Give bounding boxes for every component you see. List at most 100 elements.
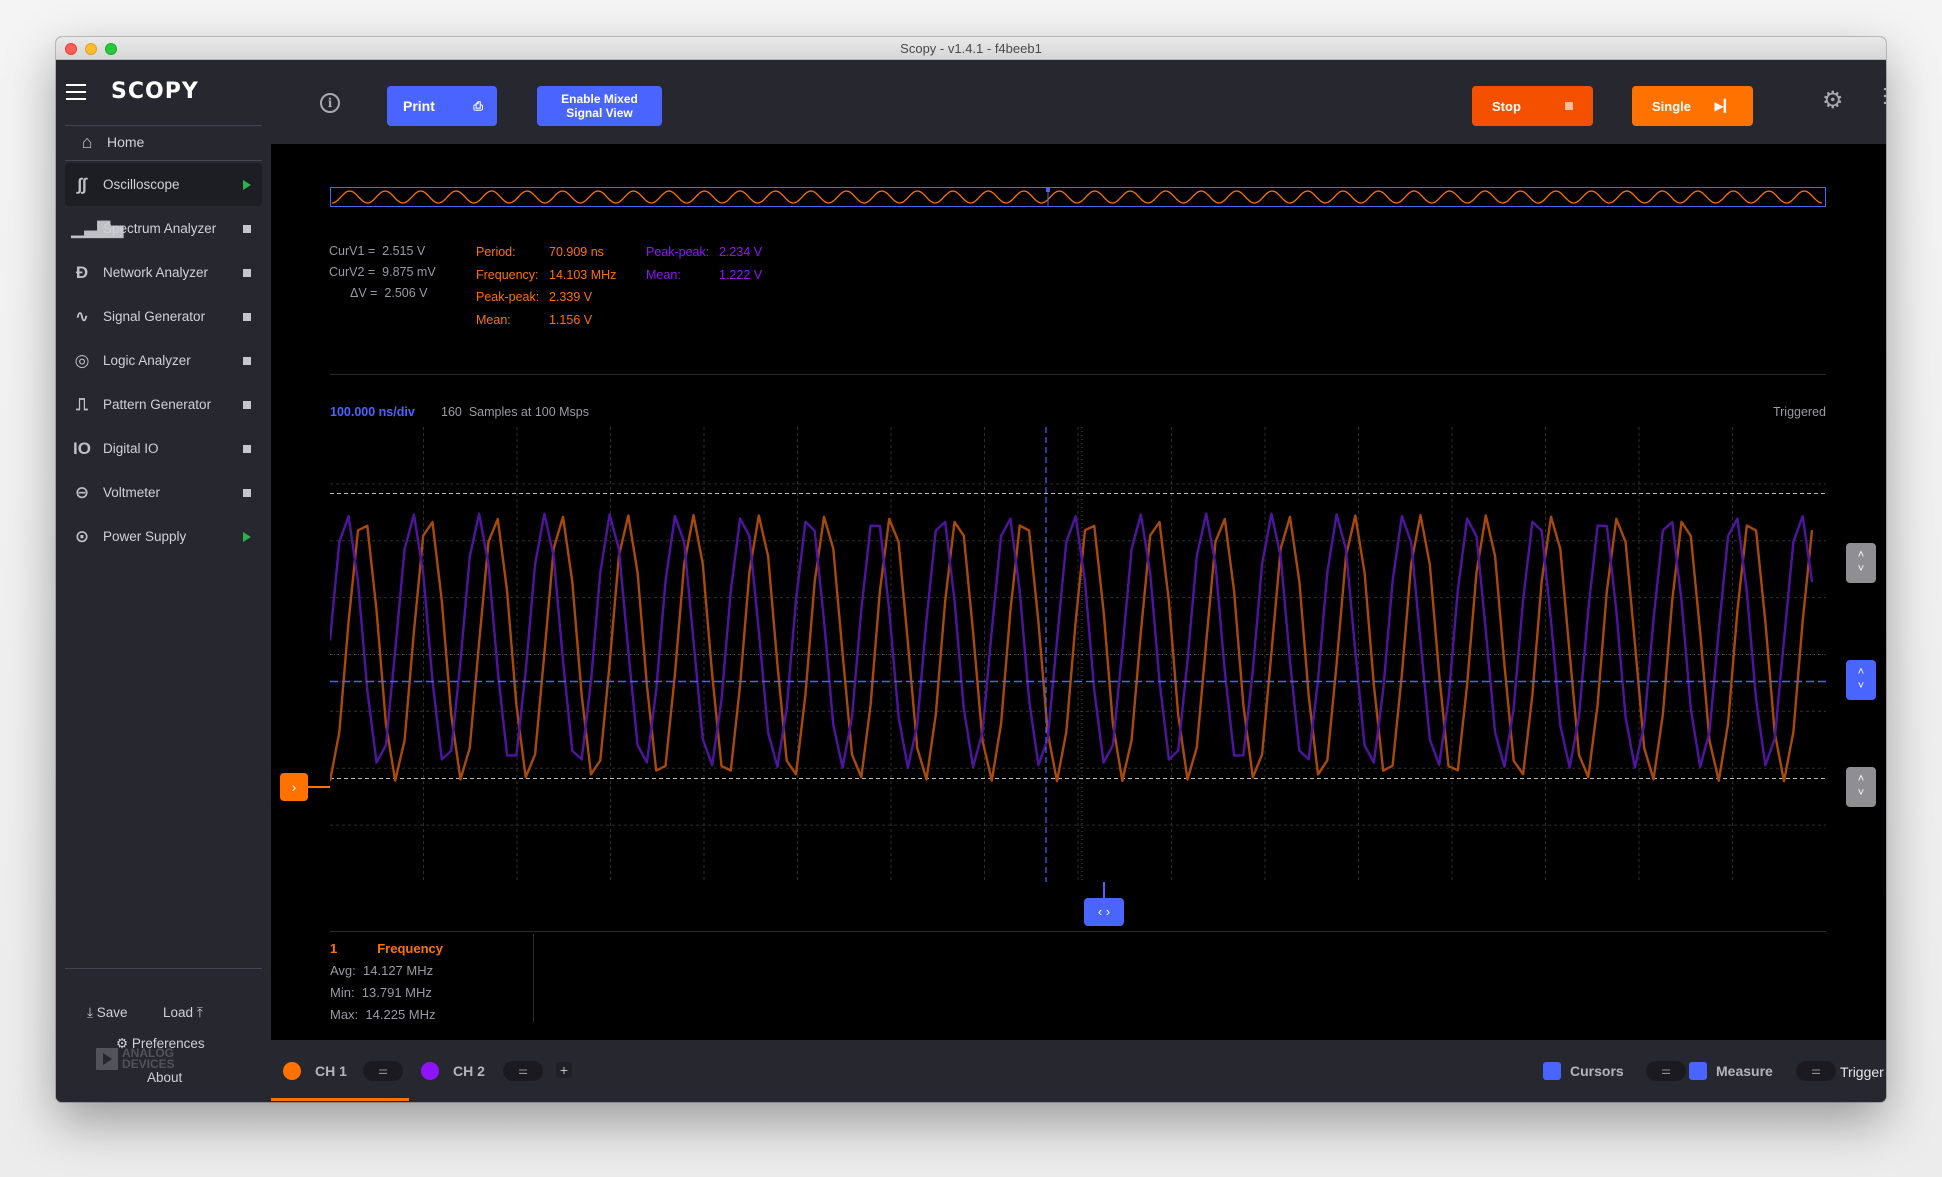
single-button[interactable]: Single ▶▎: [1632, 86, 1753, 126]
load-button[interactable]: Load ⤒: [163, 1005, 203, 1021]
ch2-measurements: Peak-peak: 2.234 V Mean: 1.222 V: [646, 241, 762, 286]
printer-icon: ⎙: [473, 98, 483, 113]
ch1-label: CH 1: [315, 1063, 347, 1079]
measurement-label: Frequency:: [476, 267, 539, 282]
sliders-icon: ⚌: [1811, 1065, 1821, 1077]
minimize-window-button[interactable]: [85, 43, 97, 55]
sidebar-item-label: Pattern Generator: [103, 397, 212, 412]
ch2-color-dot: [421, 1062, 439, 1080]
mixed-signal-label: Enable Mixed: [561, 92, 638, 106]
adi-triangle-icon: [96, 1048, 118, 1070]
cursors-settings-button[interactable]: ⚌: [1646, 1061, 1686, 1081]
ch1-settings-button[interactable]: ⚌: [363, 1061, 403, 1081]
stop-indicator-icon[interactable]: [242, 488, 252, 497]
sidebar-item-digital-io[interactable]: IO Digital IO: [65, 427, 262, 470]
enable-mixed-signal-button[interactable]: Enable Mixed Signal View: [537, 86, 662, 126]
stats-index: 1: [330, 941, 338, 956]
sliders-icon: ⚌: [378, 1065, 388, 1077]
ch2-settings-button[interactable]: ⚌: [503, 1061, 543, 1081]
stats-value: 13.791 MHz: [361, 985, 432, 1000]
pattern-generator-icon: ⎍: [76, 394, 88, 414]
sidebar-item-oscilloscope[interactable]: ∫∫ Oscilloscope: [65, 163, 262, 206]
sidebar-item-signal-generator[interactable]: ∿ Signal Generator: [65, 295, 262, 338]
toolbar: i Print ⎙ Enable Mixed Signal View Stop …: [271, 60, 1886, 144]
cursors-checkbox[interactable]: [1543, 1062, 1561, 1080]
channel-ch2[interactable]: CH 2: [421, 1062, 485, 1080]
stop-button[interactable]: Stop: [1472, 86, 1593, 126]
sidebar-item-label: Signal Generator: [103, 309, 206, 324]
about-button[interactable]: About: [147, 1070, 182, 1085]
cursor-v1-handle[interactable]: ˄ ˅: [1846, 543, 1876, 583]
ch1-selected-indicator: [271, 1098, 409, 1101]
sidebar-item-spectrum-analyzer[interactable]: ▁▃▇▅ Spectrum Analyzer: [65, 207, 262, 250]
overview-trace: [331, 190, 1823, 204]
stats-value: 14.225 MHz: [365, 1007, 436, 1022]
measure-checkbox[interactable]: [1689, 1062, 1707, 1080]
sidebar-item-logic-analyzer[interactable]: ◎ Logic Analyzer: [65, 339, 262, 382]
delta-v-label: ΔV =: [350, 286, 378, 300]
stop-indicator-icon[interactable]: [242, 356, 252, 365]
save-button[interactable]: ⤓ Save: [87, 1005, 128, 1021]
trigger-label[interactable]: Trigger: [1840, 1064, 1884, 1080]
stats-name: Frequency: [377, 941, 443, 956]
divider: [330, 931, 1826, 932]
stop-indicator-icon[interactable]: [242, 268, 252, 277]
sidebar-item-label: Logic Analyzer: [103, 353, 191, 368]
oscilloscope-icon: ∫∫: [77, 174, 87, 194]
measurement-row: Mean: 1.222 V: [646, 264, 762, 287]
overview-strip[interactable]: [330, 187, 1826, 207]
stats-row: Avg: 14.127 MHz: [330, 960, 443, 982]
sidebar-item-network-analyzer[interactable]: Ɖ Network Analyzer: [65, 251, 262, 294]
cursors-toggle[interactable]: Cursors: [1543, 1062, 1624, 1080]
general-settings-icon[interactable]: ☰: [1882, 84, 1886, 110]
divider: [533, 934, 534, 1022]
square-icon: [243, 312, 251, 321]
curv1-label: CurV1 =: [329, 244, 376, 258]
menu-icon[interactable]: [66, 84, 86, 100]
voltmeter-icon: ⊖: [74, 482, 90, 502]
digital-io-icon: IO: [73, 438, 91, 458]
maximize-window-button[interactable]: [105, 43, 117, 55]
measurement-value: 1.156 V: [549, 312, 593, 327]
trigger-level-handle[interactable]: ˄ ˅: [1846, 660, 1876, 700]
sidebar-item-power-supply[interactable]: ⊙ Power Supply: [65, 515, 262, 558]
stop-indicator-icon[interactable]: [242, 400, 252, 409]
measurement-label: Period:: [476, 245, 516, 259]
measure-toggle[interactable]: Measure: [1689, 1062, 1773, 1080]
app-window: Scopy - v1.4.1 - f4beeb1 SCOPY ⌂ Home ⤓ …: [56, 37, 1886, 1102]
info-icon[interactable]: i: [320, 93, 340, 113]
run-indicator-icon[interactable]: [242, 531, 252, 542]
cursor-v2-handle[interactable]: ˄ ˅: [1846, 767, 1876, 807]
trigger-position-handle[interactable]: ‹ ›: [1084, 898, 1124, 926]
waveform-plot[interactable]: [330, 427, 1826, 882]
stats-row: Max: 14.225 MHz: [330, 1004, 443, 1026]
load-label: Load: [163, 1005, 194, 1020]
measure-settings-button[interactable]: ⚌: [1796, 1061, 1836, 1081]
channel-ch1[interactable]: CH 1: [283, 1062, 347, 1080]
sidebar-item-home[interactable]: ⌂ Home: [65, 127, 262, 157]
run-indicator-icon[interactable]: [242, 179, 252, 190]
ch2-label: CH 2: [453, 1063, 485, 1079]
settings-gear-icon[interactable]: ⚙: [1822, 86, 1844, 115]
ch1-offset-handle[interactable]: ›: [280, 773, 308, 801]
measurement-row: Frequency: 14.103 MHz: [476, 264, 616, 287]
sidebar-item-pattern-generator[interactable]: ⎍ Pattern Generator: [65, 383, 262, 426]
add-channel-button[interactable]: +: [556, 1062, 572, 1078]
measure-label: Measure: [1716, 1063, 1773, 1079]
print-button[interactable]: Print ⎙: [387, 86, 497, 126]
download-icon: ⤓: [87, 1005, 93, 1020]
chevron-down-icon: ˅: [1857, 787, 1865, 799]
timebase-label: 100.000 ns/div: [330, 405, 415, 419]
logic-analyzer-icon: ◎: [74, 350, 90, 370]
sidebar-item-voltmeter[interactable]: ⊖ Voltmeter: [65, 471, 262, 514]
divider: [65, 125, 262, 126]
measurement-row: Peak-peak: 2.234 V: [646, 241, 762, 264]
stop-indicator-icon[interactable]: [242, 224, 252, 233]
channel-bar: CH 1 ⚌ CH 2 ⚌ + Cursors ⚌ Measure ⚌ Trig…: [271, 1040, 1886, 1102]
close-window-button[interactable]: [65, 43, 77, 55]
stop-indicator-icon[interactable]: [242, 312, 252, 321]
stop-indicator-icon[interactable]: [242, 444, 252, 453]
square-icon: [243, 268, 251, 277]
measurement-value: 14.103 MHz: [549, 267, 617, 282]
chevron-up-icon: ˄: [1857, 773, 1865, 785]
